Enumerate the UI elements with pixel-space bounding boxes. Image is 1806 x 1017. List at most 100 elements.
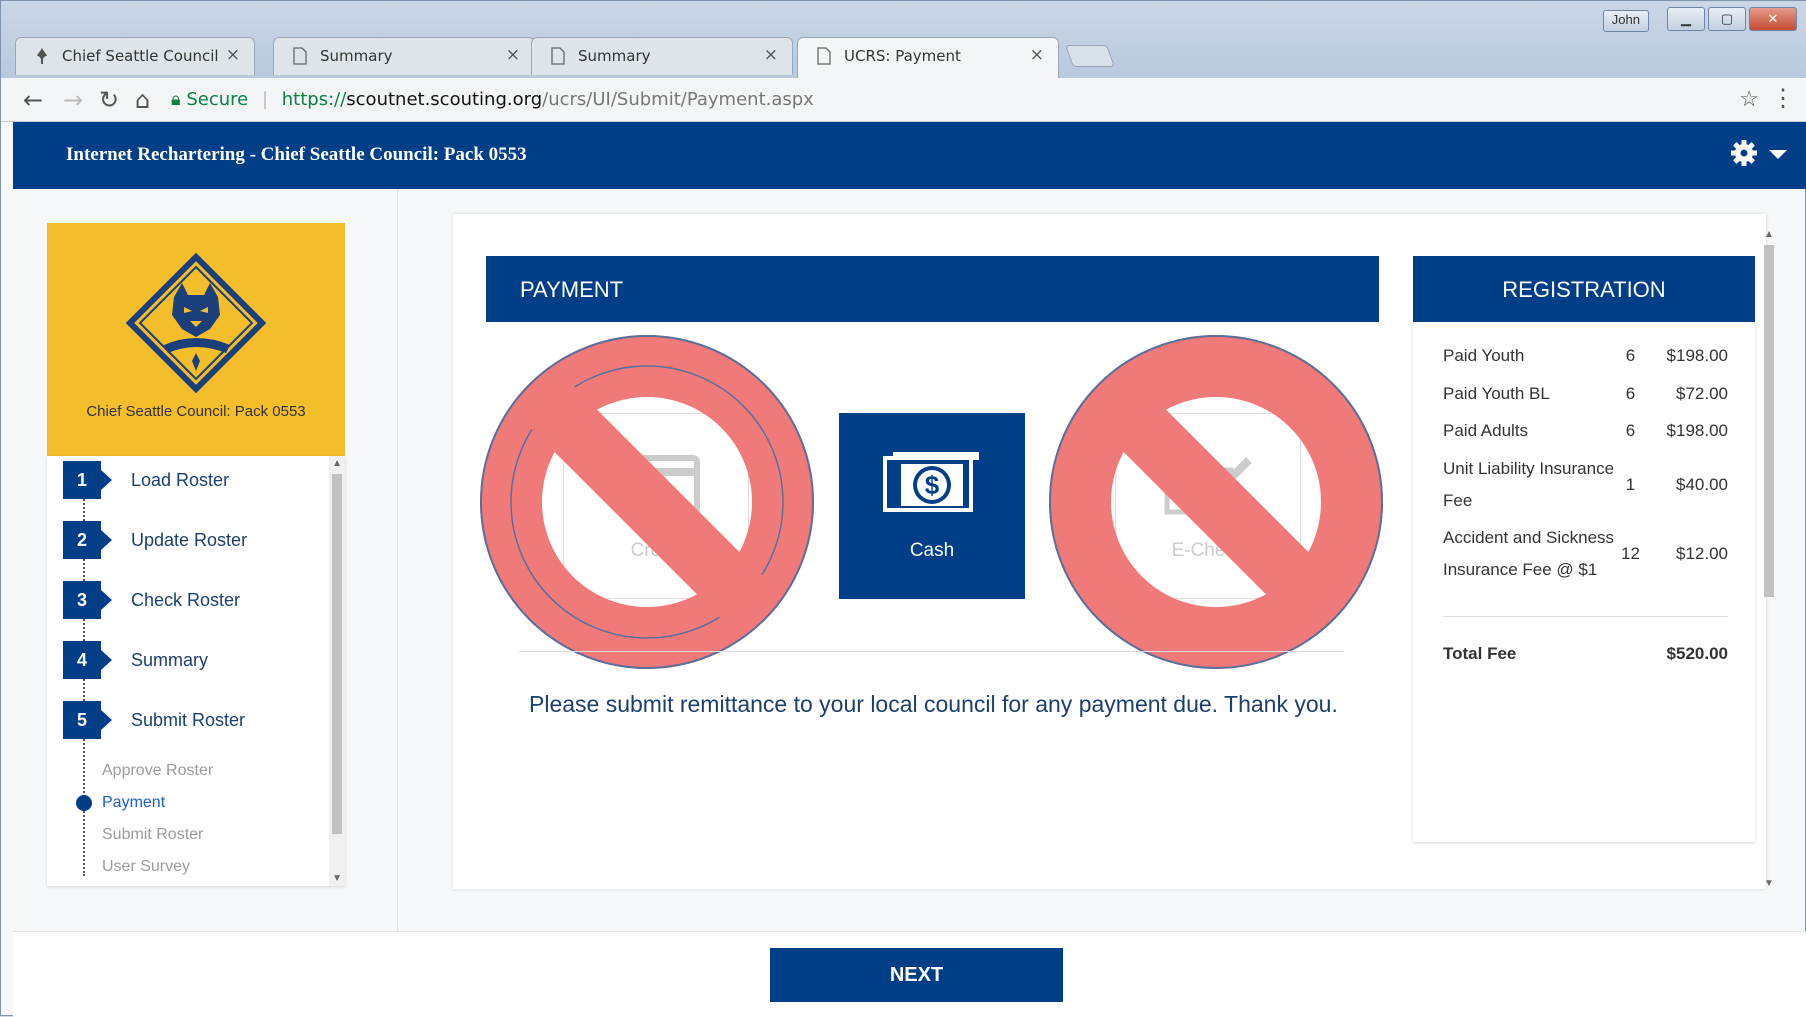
secure-label: Secure — [186, 89, 249, 110]
total-label: Total Fee — [1443, 644, 1517, 663]
tab-label: Summary — [578, 47, 651, 65]
step-submit-roster[interactable]: 5 Submit Roster — [63, 700, 245, 740]
fee-qty: 6 — [1625, 421, 1636, 440]
fee-label: Paid Youth — [1443, 346, 1525, 365]
address-bar[interactable]: 🔒︎ Secure | https://scoutnet.scouting.or… — [171, 85, 1751, 115]
sidebar-scrollbar[interactable]: ▲ ▼ — [329, 456, 345, 886]
fee-row: Paid Youth BL 6 $72.00 — [1443, 378, 1728, 410]
step-number: 2 — [63, 521, 112, 559]
fee-amount: $12.00 — [1676, 544, 1728, 563]
registration-panel: Paid Youth 6 $198.00 Paid Youth BL 6 $72… — [1413, 322, 1755, 842]
close-tab-icon[interactable]: × — [1030, 45, 1044, 65]
substep-submit-roster[interactable]: Submit Roster — [102, 826, 203, 844]
reload-icon[interactable]: ↻ — [99, 86, 119, 114]
tab-label: UCRS: Payment — [844, 47, 961, 65]
step-update-roster[interactable]: 2 Update Roster — [63, 520, 247, 560]
unit-name: Chief Seattle Council: Pack 0553 — [86, 403, 306, 420]
credit-card-icon — [614, 455, 700, 515]
cash-icon: $ — [883, 452, 979, 512]
check-pen-icon — [1164, 457, 1252, 515]
scrollbar-thumb[interactable] — [1764, 245, 1774, 597]
option-label: Cash — [909, 540, 955, 561]
page-title: Internet Rechartering - Chief Seattle Co… — [66, 144, 527, 165]
fee-amount: $40.00 — [1676, 475, 1728, 494]
divider — [1443, 616, 1728, 617]
scrollbar-thumb[interactable] — [332, 474, 342, 834]
next-button[interactable]: NEXT — [770, 948, 1063, 1002]
step-number: 4 — [63, 641, 112, 679]
step-number: 3 — [63, 581, 112, 619]
content-scrollbar[interactable]: ▲ ▼ — [1761, 229, 1777, 889]
forward-arrow-icon[interactable]: → — [63, 86, 83, 114]
remittance-notice: Please submit remittance to your local c… — [529, 691, 1338, 717]
minimize-icon[interactable]: ▁ — [1667, 7, 1705, 31]
fee-row: Paid Youth 6 $198.00 — [1443, 340, 1728, 372]
url-host: scoutnet.scouting.org — [346, 89, 543, 110]
option-label: E-Check — [1171, 540, 1245, 561]
scroll-down-icon[interactable]: ▼ — [1764, 878, 1774, 889]
substep-payment[interactable]: Payment — [102, 794, 165, 812]
step-label: Load Roster — [131, 469, 230, 490]
fee-qty: 6 — [1625, 384, 1636, 403]
fleur-de-lis-icon — [37, 48, 47, 64]
tab-chief-seattle-council[interactable]: Chief Seattle Council × — [15, 37, 255, 75]
home-icon[interactable]: ⌂ — [135, 86, 150, 114]
scroll-down-icon[interactable]: ▼ — [332, 873, 342, 884]
total-amount: $520.00 — [1666, 644, 1728, 663]
document-icon — [293, 47, 307, 65]
step-check-roster[interactable]: 3 Check Roster — [63, 580, 240, 620]
fee-label: Paid Adults — [1443, 421, 1529, 440]
close-tab-icon[interactable]: × — [506, 45, 520, 65]
tab-summary-2[interactable]: Summary × — [531, 37, 793, 75]
back-arrow-icon[interactable]: ← — [23, 86, 43, 114]
credit-option[interactable]: Credit — [563, 413, 749, 599]
url-scheme: https:// — [281, 89, 347, 110]
fee-label: Unit Liability Insurance Fee — [1443, 459, 1615, 510]
substep-approve-roster[interactable]: Approve Roster — [102, 762, 213, 780]
step-number: 1 — [63, 461, 112, 499]
bookmark-star-icon[interactable]: ☆ — [1739, 86, 1759, 112]
current-step-indicator — [76, 795, 92, 811]
tab-summary-1[interactable]: Summary × — [273, 37, 535, 75]
divider — [519, 651, 1344, 652]
unit-card: Chief Seattle Council: Pack 0553 — [47, 223, 345, 456]
step-label: Check Roster — [131, 589, 241, 610]
close-tab-icon[interactable]: × — [764, 45, 778, 65]
step-load-roster[interactable]: 1 Load Roster — [63, 460, 229, 500]
profile-badge[interactable]: John — [1602, 10, 1649, 32]
step-number: 5 — [63, 701, 112, 739]
registration-heading: REGISTRATION — [1413, 256, 1755, 322]
fee-label: Paid Youth BL — [1443, 384, 1550, 403]
scroll-up-icon[interactable]: ▲ — [332, 458, 342, 469]
fee-qty: 12 — [1621, 544, 1640, 563]
close-window-icon[interactable]: ✕ — [1749, 7, 1797, 31]
fee-qty: 1 — [1625, 475, 1636, 494]
cub-scouts-logo — [126, 253, 266, 393]
tab-label: Summary — [320, 47, 393, 65]
substep-user-survey[interactable]: User Survey — [102, 858, 190, 876]
fee-row: Paid Adults 6 $198.00 — [1443, 415, 1728, 447]
payment-heading: PAYMENT — [486, 256, 1379, 322]
step-label: Update Roster — [131, 529, 248, 550]
chevron-down-icon[interactable] — [1769, 150, 1787, 159]
divider: | — [261, 89, 269, 110]
fee-amount: $198.00 — [1666, 421, 1728, 440]
scroll-up-icon[interactable]: ▲ — [1764, 229, 1774, 240]
browser-window: Chief Seattle Council × Summary × Summar… — [0, 0, 1806, 1017]
browser-menu-icon[interactable]: ⋮ — [1771, 84, 1795, 113]
step-navigation: 1 Load Roster 2 Update Roster 3 Check Ro… — [47, 456, 345, 886]
tab-ucrs-payment[interactable]: UCRS: Payment × — [797, 37, 1059, 78]
gear-icon[interactable] — [1729, 138, 1759, 168]
fee-qty: 6 — [1625, 346, 1636, 365]
option-label: Credit — [630, 540, 682, 561]
e-check-option[interactable]: E-Check — [1115, 413, 1301, 599]
step-label: Summary — [131, 649, 209, 670]
maximize-icon[interactable]: ▢ — [1708, 7, 1746, 31]
fee-label: Accident and Sickness Insurance Fee @ $1 — [1443, 528, 1615, 579]
new-tab-button[interactable] — [1064, 45, 1116, 67]
close-tab-icon[interactable]: × — [226, 45, 240, 65]
cash-option[interactable]: $ Cash — [839, 413, 1025, 599]
step-summary[interactable]: 4 Summary — [63, 640, 208, 680]
tab-label: Chief Seattle Council — [62, 47, 219, 65]
app-header: Internet Rechartering - Chief Seattle Co… — [13, 122, 1806, 189]
